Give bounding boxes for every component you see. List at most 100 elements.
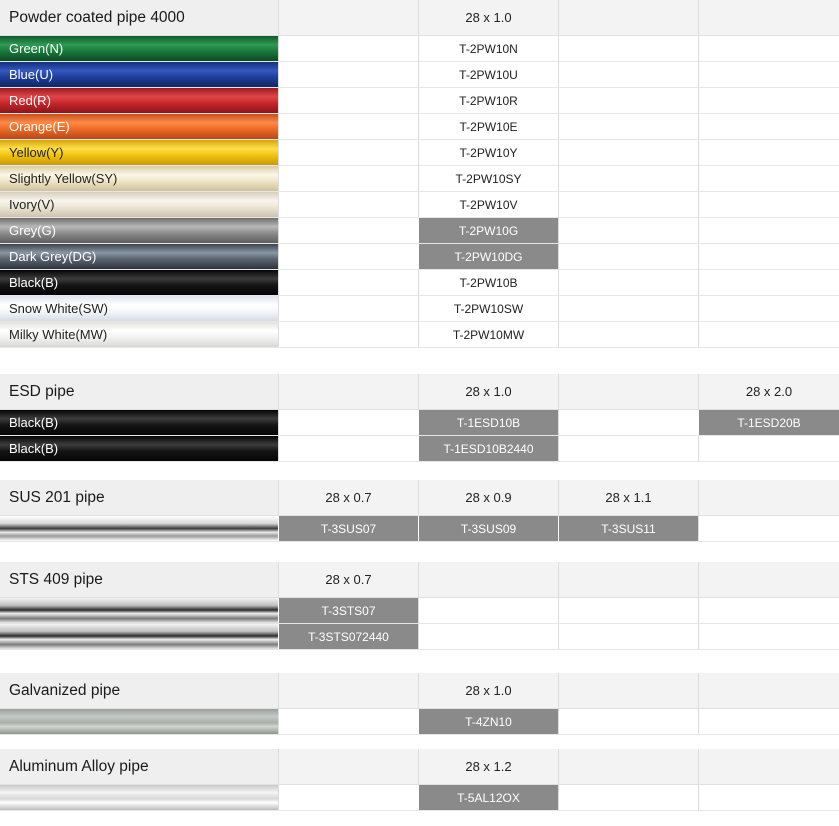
section-title: Galvanized pipe: [0, 673, 278, 708]
product-code: T-2PW10G: [418, 218, 558, 243]
color-swatch-slightly-yellow: Slightly Yellow(SY): [0, 166, 278, 191]
table-row: Slightly Yellow(SY) T-2PW10SY: [0, 166, 839, 192]
empty-cell: [698, 36, 839, 61]
size-header: [278, 374, 418, 409]
empty-cell: [558, 296, 698, 321]
table-row: Milky White(MW) T-2PW10MW: [0, 322, 839, 348]
table-row: Black(B) T-2PW10B: [0, 270, 839, 296]
empty-cell: [558, 62, 698, 87]
empty-cell: [558, 624, 698, 649]
section-header: Galvanized pipe 28 x 1.0: [0, 673, 839, 709]
pipe-image-stainless: [0, 624, 278, 649]
color-swatch-blue: Blue(U): [0, 62, 278, 87]
color-swatch-snow-white: Snow White(SW): [0, 296, 278, 321]
size-header: [558, 0, 698, 35]
size-header: 28 x 1.0: [418, 673, 558, 708]
empty-cell: [698, 785, 839, 810]
empty-cell: [698, 322, 839, 347]
size-header: 28 x 1.2: [418, 749, 558, 784]
empty-cell: [278, 296, 418, 321]
empty-cell: [698, 192, 839, 217]
empty-cell: [278, 244, 418, 269]
size-header: [558, 749, 698, 784]
color-swatch-milky-white: Milky White(MW): [0, 322, 278, 347]
empty-cell: [278, 436, 418, 461]
product-code: T-2PW10R: [418, 88, 558, 113]
size-header: [698, 673, 839, 708]
product-code: T-2PW10SW: [418, 296, 558, 321]
table-row: T-3STS072440: [0, 624, 839, 650]
size-header: [418, 562, 558, 597]
empty-cell: [698, 270, 839, 295]
size-header: 28 x 0.9: [418, 480, 558, 515]
empty-cell: [278, 114, 418, 139]
section-powder-coated: Powder coated pipe 4000 28 x 1.0 Green(N…: [0, 0, 839, 348]
table-row: Ivory(V) T-2PW10V: [0, 192, 839, 218]
empty-cell: [558, 270, 698, 295]
product-code: T-2PW10SY: [418, 166, 558, 191]
product-code: T-3SUS09: [418, 516, 558, 541]
section-header: Powder coated pipe 4000 28 x 1.0: [0, 0, 839, 36]
product-code: T-4ZN10: [418, 709, 558, 734]
empty-cell: [278, 36, 418, 61]
section-title: SUS 201 pipe: [0, 480, 278, 515]
section-title: STS 409 pipe: [0, 562, 278, 597]
empty-cell: [558, 709, 698, 734]
empty-cell: [558, 410, 698, 435]
empty-cell: [278, 140, 418, 165]
pipe-catalog-table: Powder coated pipe 4000 28 x 1.0 Green(N…: [0, 0, 839, 826]
size-header: [698, 0, 839, 35]
empty-cell: [698, 140, 839, 165]
section-title: Aluminum Alloy pipe: [0, 749, 278, 784]
product-code: T-3STS07: [278, 598, 418, 623]
color-swatch-black: Black(B): [0, 410, 278, 435]
product-code: T-2PW10N: [418, 36, 558, 61]
empty-cell: [698, 296, 839, 321]
table-row: Snow White(SW) T-2PW10SW: [0, 296, 839, 322]
section-header: Aluminum Alloy pipe 28 x 1.2: [0, 749, 839, 785]
color-swatch-ivory: Ivory(V): [0, 192, 278, 217]
empty-cell: [278, 88, 418, 113]
empty-cell: [278, 709, 418, 734]
product-code: T-2PW10B: [418, 270, 558, 295]
empty-cell: [698, 114, 839, 139]
product-code: T-2PW10MW: [418, 322, 558, 347]
empty-cell: [698, 218, 839, 243]
empty-cell: [698, 244, 839, 269]
empty-cell: [558, 322, 698, 347]
size-header: 28 x 0.7: [278, 480, 418, 515]
size-header: 28 x 1.1: [558, 480, 698, 515]
empty-cell: [278, 166, 418, 191]
table-row: Red(R) T-2PW10R: [0, 88, 839, 114]
size-header: [698, 562, 839, 597]
section-sts409: STS 409 pipe 28 x 0.7 T-3STS07 T-3STS072…: [0, 562, 839, 650]
color-swatch-black: Black(B): [0, 270, 278, 295]
section-title: ESD pipe: [0, 374, 278, 409]
empty-cell: [698, 166, 839, 191]
section-header: SUS 201 pipe 28 x 0.7 28 x 0.9 28 x 1.1: [0, 480, 839, 516]
empty-cell: [278, 322, 418, 347]
table-row: Grey(G) T-2PW10G: [0, 218, 839, 244]
empty-cell: [558, 36, 698, 61]
empty-cell: [698, 624, 839, 649]
size-header: 28 x 2.0: [698, 374, 839, 409]
size-header: [558, 562, 698, 597]
section-title: Powder coated pipe 4000: [0, 0, 278, 35]
empty-cell: [558, 192, 698, 217]
pipe-image-galvanized: [0, 709, 278, 734]
section-sus201: SUS 201 pipe 28 x 0.7 28 x 0.9 28 x 1.1 …: [0, 480, 839, 542]
table-row: T-3SUS07 T-3SUS09 T-3SUS11: [0, 516, 839, 542]
empty-cell: [278, 410, 418, 435]
table-row: T-5AL12OX: [0, 785, 839, 811]
table-row: Blue(U) T-2PW10U: [0, 62, 839, 88]
empty-cell: [558, 244, 698, 269]
table-row: Yellow(Y) T-2PW10Y: [0, 140, 839, 166]
product-code: T-2PW10U: [418, 62, 558, 87]
empty-cell: [698, 62, 839, 87]
color-swatch-grey: Grey(G): [0, 218, 278, 243]
color-swatch-red: Red(R): [0, 88, 278, 113]
product-code: T-3SUS07: [278, 516, 418, 541]
product-code: T-3SUS11: [558, 516, 698, 541]
empty-cell: [558, 598, 698, 623]
size-header: [698, 480, 839, 515]
